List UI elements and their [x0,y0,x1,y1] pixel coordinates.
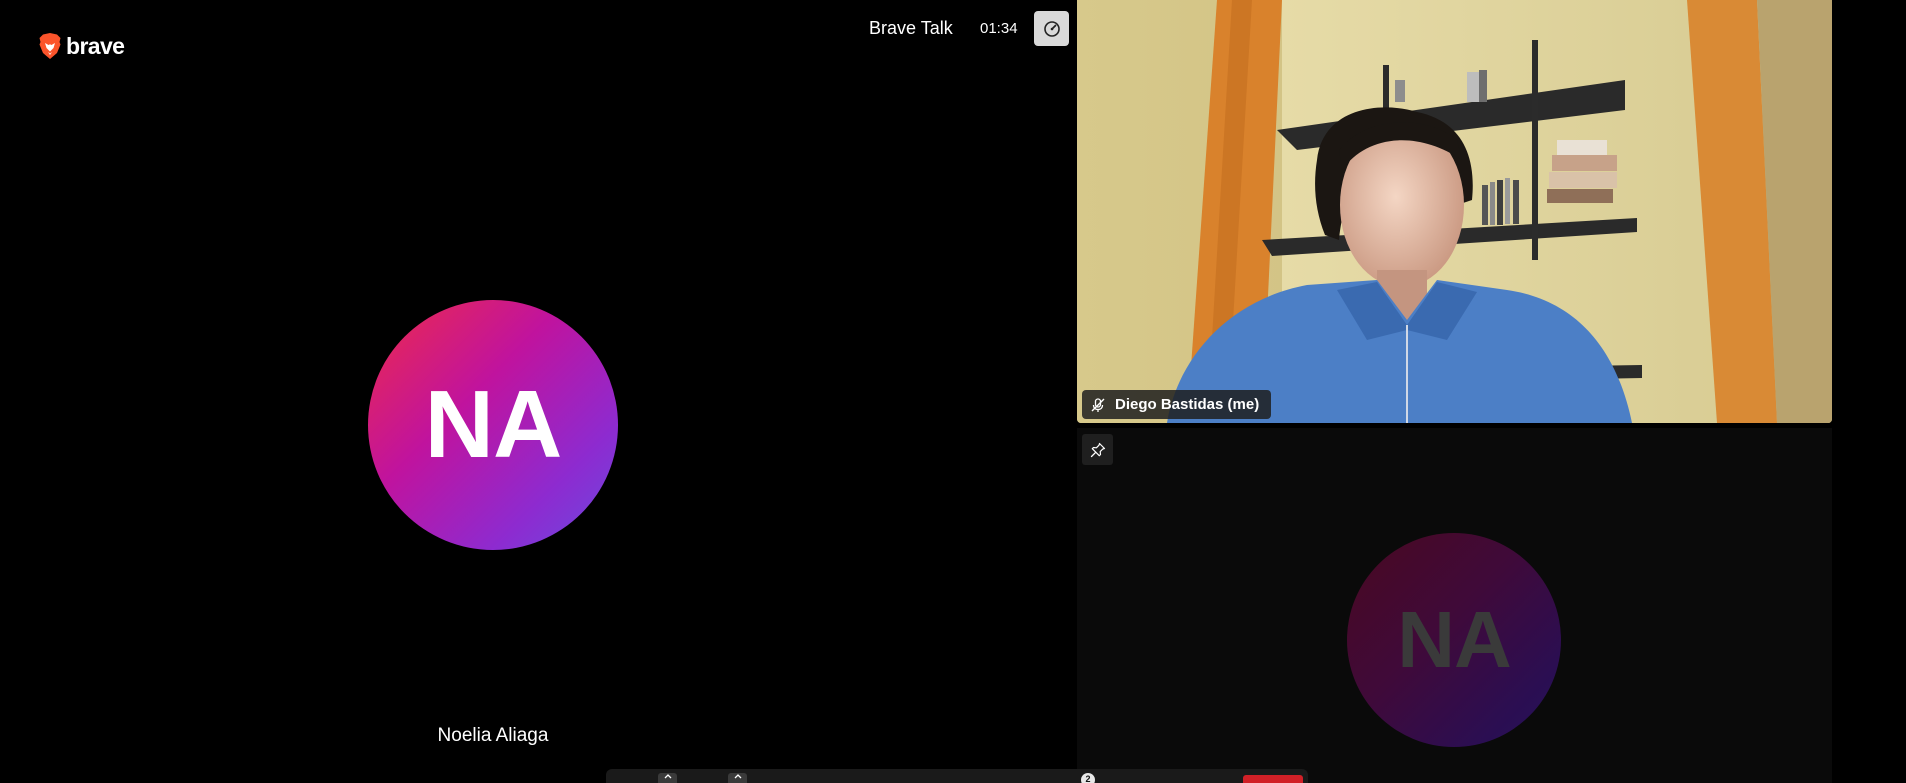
brave-lion-icon [39,33,61,59]
meeting-stage: brave Brave Talk 01:34 NA Noelia Aliaga [0,0,1906,783]
chevron-up-icon [664,774,671,779]
meeting-toolbar: 2 [606,769,1308,783]
self-video-tile[interactable]: Diego Bastidas (me) [1077,0,1832,423]
brand-name: brave [66,32,125,59]
remote-participant-avatar: NA [1347,533,1561,747]
dominant-speaker-avatar: NA [368,300,618,550]
remote-participant-tile[interactable]: NA [1077,428,1832,783]
self-name-tag: Diego Bastidas (me) [1082,390,1272,419]
pin-icon [1090,442,1105,457]
chevron-up-icon [734,774,741,779]
hangup-button[interactable] [1243,775,1303,783]
meeting-title: Brave Talk [869,18,953,38]
avatar-initials: NA [1397,595,1512,684]
camera-feed [1077,0,1832,423]
performance-settings-button[interactable] [1034,11,1069,46]
participants-count-badge: 2 [1081,773,1095,783]
video-options-button[interactable] [728,773,747,783]
self-name-label: Diego Bastidas (me) [1115,396,1260,413]
pin-button[interactable] [1082,434,1113,465]
mic-muted-icon [1091,397,1105,412]
gauge-icon [1043,20,1060,37]
audio-options-button[interactable] [658,773,677,783]
brave-logo: brave [38,32,125,60]
avatar-initials: NA [424,371,563,478]
meeting-timer: 01:34 [980,20,1018,37]
dominant-speaker-name: Noelia Aliaga [437,725,549,746]
